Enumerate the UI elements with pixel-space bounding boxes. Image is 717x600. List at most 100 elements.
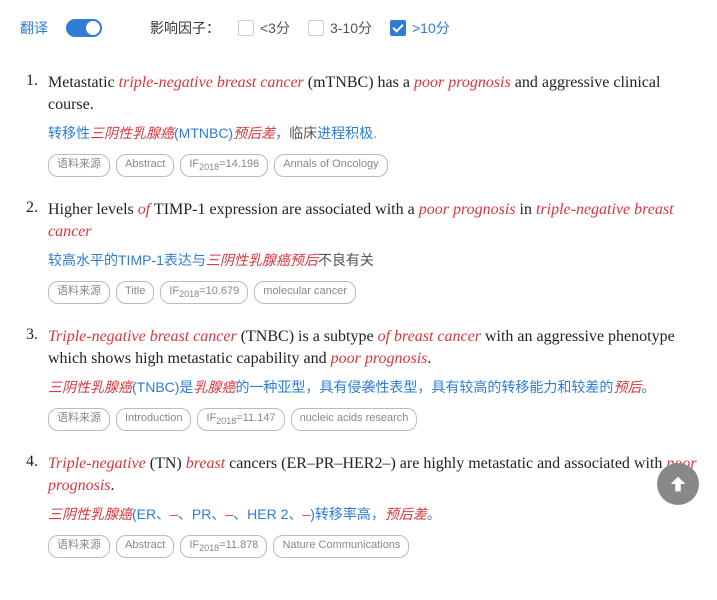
entry-english: Higher levels of TIMP-1 expression are a…: [48, 199, 697, 244]
text: 2018: [216, 416, 236, 426]
entry-tags: 语料来源 Abstract IF2018=11.878 Nature Commu…: [48, 535, 697, 558]
tag-section[interactable]: Title: [116, 281, 154, 304]
highlight: 三阴性乳腺癌预后: [206, 252, 318, 268]
entry-row: 3. Triple-negative breast cancer (TNBC) …: [20, 326, 697, 371]
text: Higher levels: [48, 201, 138, 218]
text: TIMP-1 expression are associated with a: [150, 201, 419, 218]
impact-factor-label: 影响因子：: [150, 18, 220, 38]
text: =14.196: [219, 158, 259, 170]
result-entry: 2. Higher levels of TIMP-1 expression ar…: [20, 199, 697, 304]
filter-option-label: <3分: [260, 18, 290, 38]
text: IF: [169, 285, 179, 297]
text: ，: [275, 125, 289, 141]
checkbox-checked-icon: [390, 20, 406, 36]
highlight: 三阴性乳腺癌: [48, 506, 132, 522]
text: IF: [189, 539, 199, 551]
highlight: 三阴性乳腺癌: [90, 125, 174, 141]
highlight: breast: [186, 455, 225, 472]
filter-bar: 翻译 影响因子： <3分 3-10分 >10分: [20, 10, 697, 54]
text: 、HER 2、: [233, 506, 302, 522]
text: cancers (ER–PR–HER2–) are highly metasta…: [225, 455, 666, 472]
filter-option-label: 3-10分: [330, 18, 372, 38]
entry-english: Triple-negative breast cancer (TNBC) is …: [48, 326, 697, 371]
tag-impact-factor[interactable]: IF2018=11.147: [197, 408, 284, 431]
highlight: Triple-negative breast cancer: [48, 328, 237, 345]
filter-option-gt10[interactable]: >10分: [390, 18, 450, 38]
highlight: 预后: [613, 379, 641, 395]
tag-section[interactable]: Abstract: [116, 535, 174, 558]
tag-source[interactable]: 语料来源: [48, 408, 110, 431]
filter-option-lt3[interactable]: <3分: [238, 18, 290, 38]
text: (TNBC)是: [132, 379, 193, 395]
highlight: of breast cancer: [378, 328, 481, 345]
tag-journal[interactable]: nucleic acids research: [291, 408, 418, 431]
highlight: of: [138, 201, 150, 218]
tag-section[interactable]: Abstract: [116, 154, 174, 177]
highlight: triple-negative breast cancer: [119, 74, 304, 91]
text: 2018: [199, 543, 219, 553]
entry-english: Triple-negative (TN) breast cancers (ER–…: [48, 453, 697, 498]
text: 2018: [179, 289, 199, 299]
tag-impact-factor[interactable]: IF2018=14.196: [180, 154, 268, 177]
entry-english: Metastatic triple-negative breast cancer…: [48, 72, 697, 117]
text: 2018: [199, 162, 219, 172]
highlight: 预后差: [233, 125, 275, 141]
text: (MTNBC): [174, 125, 233, 141]
text: =11.147: [236, 412, 275, 424]
entry-number: 4.: [20, 453, 38, 471]
highlight: poor prognosis: [414, 74, 511, 91]
tag-impact-factor[interactable]: IF2018=11.878: [180, 535, 267, 558]
highlight: Triple-negative: [48, 455, 146, 472]
text: 、PR、: [178, 506, 225, 522]
checkbox-unchecked-icon: [238, 20, 254, 36]
text: 进程积极.: [317, 125, 377, 141]
entry-chinese: 三阴性乳腺癌(ER、–、PR、–、HER 2、–)转移率高，预后差。: [48, 504, 697, 525]
tag-journal[interactable]: molecular cancer: [254, 281, 356, 304]
highlight: –: [170, 506, 178, 522]
text-plain: 临床: [289, 125, 317, 141]
entry-chinese: 转移性三阴性乳腺癌(MTNBC)预后差，临床进程积极.: [48, 123, 697, 144]
tag-impact-factor[interactable]: IF2018=10.679: [160, 281, 248, 304]
text: Metastatic: [48, 74, 119, 91]
entry-tags: 语料来源 Abstract IF2018=14.196 Annals of On…: [48, 154, 697, 177]
text: 转移性: [48, 125, 90, 141]
filter-option-3-10[interactable]: 3-10分: [308, 18, 372, 38]
text: )转移率高，: [310, 506, 385, 522]
entry-tags: 语料来源 Introduction IF2018=11.147 nucleic …: [48, 408, 697, 431]
translate-label: 翻译: [20, 18, 48, 38]
text: 的一种亚型，具有侵袭性表型，具有较高的转移能力和较差的: [235, 379, 613, 395]
text: IF: [206, 412, 216, 424]
highlight: poor prognosis: [419, 201, 516, 218]
tag-journal[interactable]: Annals of Oncology: [274, 154, 387, 177]
result-entry: 3. Triple-negative breast cancer (TNBC) …: [20, 326, 697, 431]
text: .: [111, 477, 115, 494]
highlight: 预后差: [385, 506, 427, 522]
entry-number: 2.: [20, 199, 38, 217]
text: =10.679: [199, 285, 239, 297]
highlight: poor prognosis: [331, 350, 428, 367]
translate-toggle[interactable]: [66, 19, 102, 37]
text: 。: [427, 506, 441, 522]
entry-chinese: 三阴性乳腺癌(TNBC)是乳腺癌的一种亚型，具有侵袭性表型，具有较高的转移能力和…: [48, 377, 697, 398]
highlight: 三阴性乳腺癌: [48, 379, 132, 395]
text: (TNBC) is a subtype: [237, 328, 378, 345]
tag-section[interactable]: Introduction: [116, 408, 191, 431]
main-container: 翻译 影响因子： <3分 3-10分 >10分 1. Metastatic tr…: [0, 0, 717, 600]
text: (mTNBC) has a: [304, 74, 414, 91]
text: (TN): [146, 455, 186, 472]
text: =11.878: [219, 539, 258, 551]
tag-source[interactable]: 语料来源: [48, 154, 110, 177]
text: (ER、: [132, 506, 170, 522]
text: IF: [189, 158, 199, 170]
scroll-to-top-button[interactable]: [657, 463, 699, 505]
arrow-up-icon: [667, 473, 689, 495]
text: 。: [641, 379, 655, 395]
tag-source[interactable]: 语料来源: [48, 535, 110, 558]
filter-option-label: >10分: [412, 18, 450, 38]
checkbox-unchecked-icon: [308, 20, 324, 36]
tag-source[interactable]: 语料来源: [48, 281, 110, 304]
text-plain: 不良有关: [318, 252, 374, 268]
tag-journal[interactable]: Nature Communications: [273, 535, 409, 558]
entry-row: 4. Triple-negative (TN) breast cancers (…: [20, 453, 697, 498]
text: 较高水平的TIMP-1表达与: [48, 252, 206, 268]
